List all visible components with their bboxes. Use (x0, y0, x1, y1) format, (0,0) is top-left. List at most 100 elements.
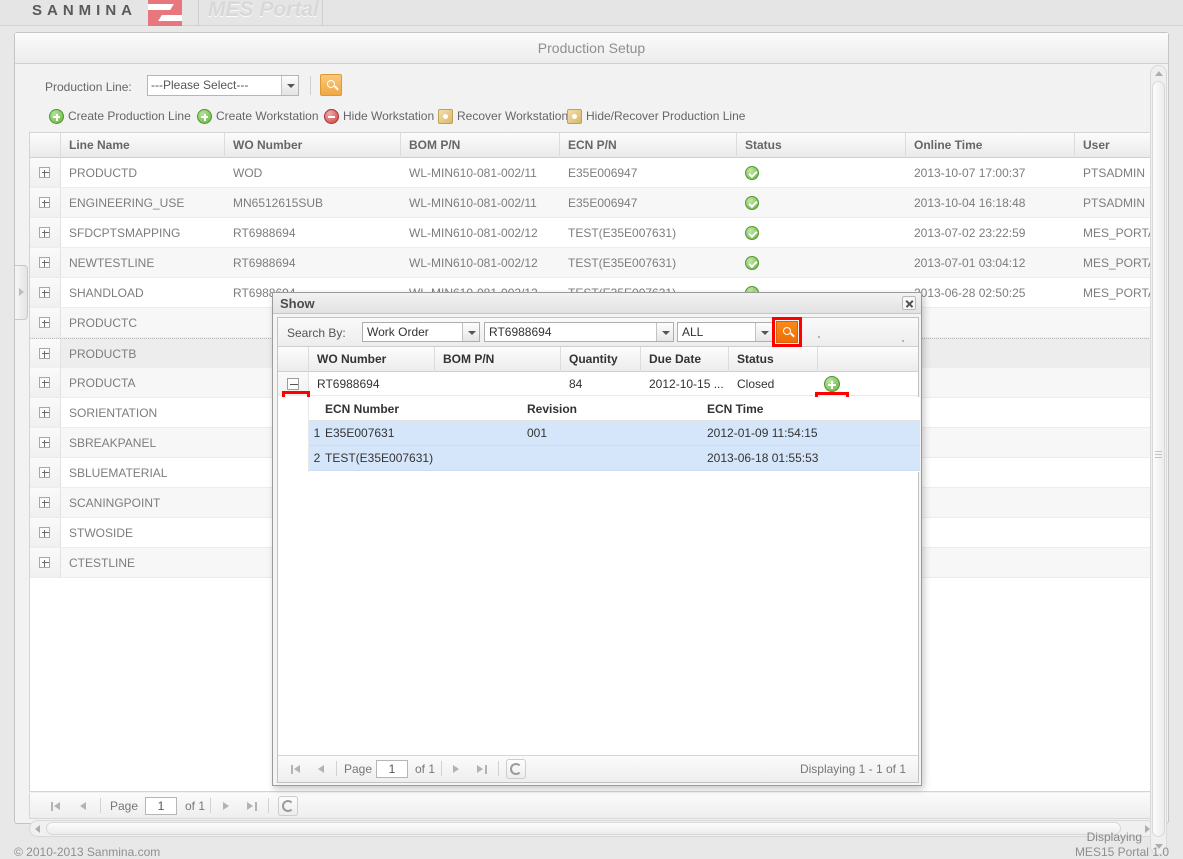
dialog-page-number-input[interactable]: 1 (376, 760, 408, 778)
table-row[interactable]: ENGINEERING_USE MN6512615SUB WL-MIN610-081… (30, 188, 1155, 218)
minus-expander-icon[interactable] (287, 378, 299, 390)
cell-user (1075, 308, 1155, 338)
ecn-subgrid: ECN Number Revision ECN Time 1 E35E007631… (309, 397, 920, 472)
row-expander-cell[interactable] (30, 248, 61, 277)
plus-expander-icon[interactable] (39, 467, 50, 478)
row-expander-cell[interactable] (30, 458, 61, 487)
hscroll-thumb[interactable] (46, 822, 1121, 835)
plus-expander-icon[interactable] (39, 167, 50, 178)
dialog-first-page-button[interactable] (290, 762, 304, 776)
plus-expander-icon[interactable] (39, 437, 50, 448)
grid-header-user[interactable]: User (1075, 133, 1155, 158)
table-row[interactable]: PRODUCTD WOD WL-MIN610-081-002/11 E35E00694… (30, 158, 1155, 188)
search-keyword-input[interactable]: RT6988694 (484, 322, 674, 342)
mes-portal-wordmark: MES Portal (208, 0, 319, 21)
cell-online (906, 488, 1075, 518)
cell-user: MES_PORTAL (1083, 286, 1156, 300)
dialog-prev-page-button[interactable] (314, 762, 328, 776)
chevron-down-icon[interactable] (755, 323, 772, 341)
row-expander-cell[interactable] (30, 428, 61, 457)
chevron-down-icon[interactable] (462, 323, 479, 341)
add-circle-icon[interactable] (824, 376, 840, 392)
scroll-up-icon[interactable] (1155, 71, 1163, 76)
plus-expander-icon[interactable] (39, 317, 50, 328)
row-expander-cell[interactable] (30, 488, 61, 517)
subgrid-body: 1 E35E007631 001 2012-01-09 11:54:15 2 TEST(E… (309, 421, 920, 471)
vscroll-thumb[interactable] (1152, 81, 1165, 837)
grid-header-ecn-pn[interactable]: ECN P/N (560, 133, 737, 158)
plus-expander-icon[interactable] (39, 287, 50, 298)
next-page-button[interactable] (220, 799, 234, 813)
dialog-last-page-button[interactable] (474, 762, 488, 776)
row-expander-cell[interactable] (30, 308, 61, 337)
chevron-down-icon[interactable] (656, 323, 673, 341)
chevron-down-icon[interactable] (281, 76, 298, 95)
scroll-left-icon[interactable] (35, 825, 40, 833)
plus-expander-icon[interactable] (39, 407, 50, 418)
plus-expander-icon[interactable] (39, 197, 50, 208)
production-line-select[interactable]: ---Please Select--- (147, 75, 299, 96)
page-title: Production Setup (15, 33, 1168, 64)
subgrid-row[interactable]: 2 TEST(E35E007631) 2013-06-18 01:55:53 (309, 446, 920, 471)
plus-expander-icon[interactable] (39, 348, 50, 359)
dialog-header-due-date[interactable]: Due Date (641, 347, 729, 372)
sanmina-logo-icon (148, 0, 182, 26)
grid-header-bom-pn[interactable]: BOM P/N (401, 133, 560, 158)
horizontal-scrollbar[interactable] (29, 820, 1156, 837)
row-expander-cell[interactable] (30, 188, 61, 217)
row-expander-cell[interactable] (30, 368, 61, 397)
row-expander-cell[interactable] (30, 278, 61, 307)
cell-bom: WL-MIN610-081-002/12 (409, 256, 538, 270)
row-expander-cell[interactable] (30, 518, 61, 547)
row-expander-cell[interactable] (30, 158, 61, 187)
row-expander-cell[interactable] (30, 548, 61, 577)
dialog-header-status[interactable]: Status (729, 347, 818, 372)
row-expander-cell[interactable] (30, 218, 61, 247)
dialog-header-bom-pn[interactable]: BOM P/N (435, 347, 561, 372)
plus-expander-icon[interactable] (39, 527, 50, 538)
vertical-scrollbar[interactable] (1150, 65, 1167, 855)
refresh-button[interactable] (278, 796, 298, 816)
plus-expander-icon[interactable] (39, 257, 50, 268)
hide-recover-production-line-button[interactable]: Hide/Recover Production Line (561, 105, 753, 127)
search-type-value: Work Order (367, 325, 429, 339)
search-type-select[interactable]: Work Order (362, 322, 480, 342)
close-icon[interactable] (902, 296, 916, 310)
table-row[interactable]: SFDCPTSMAPPING RT6988694 WL-MIN610-081-002… (30, 218, 1155, 248)
hide-workstation-button[interactable]: Hide Workstation (318, 105, 442, 127)
collapse-panel-handle[interactable] (15, 265, 28, 320)
dialog-title-bar[interactable]: Show (273, 293, 921, 314)
table-row[interactable]: NEWTESTLINE RT6988694 WL-MIN610-081-002/12… (30, 248, 1155, 278)
create-production-line-button[interactable]: Create Production Line (43, 105, 199, 127)
cell-ecn: TEST(E35E007631) (568, 226, 677, 240)
production-line-search-button[interactable] (320, 74, 342, 96)
row-expander-cell[interactable] (30, 398, 61, 427)
subgrid-left-strip (278, 397, 309, 472)
create-workstation-button[interactable]: Create Workstation (191, 105, 327, 127)
grid-header-line-name[interactable]: Line Name (61, 133, 225, 158)
page-number-input[interactable]: 1 (145, 797, 177, 815)
plus-expander-icon[interactable] (39, 557, 50, 568)
first-page-button[interactable] (50, 799, 64, 813)
dialog-header-wo-number[interactable]: WO Number (309, 347, 435, 372)
last-page-button[interactable] (244, 799, 258, 813)
search-scope-select[interactable]: ALL (677, 322, 773, 342)
dialog-header-quantity[interactable]: Quantity (561, 347, 641, 372)
dialog-refresh-button[interactable] (506, 759, 526, 779)
prev-page-button[interactable] (76, 799, 90, 813)
plus-expander-icon[interactable] (39, 377, 50, 388)
subcell-time: 2012-01-09 11:54:15 (707, 426, 818, 440)
recover-workstation-button[interactable]: Recover Workstation (432, 105, 576, 127)
plus-expander-icon[interactable] (39, 227, 50, 238)
copyright-text: © 2010-2013 Sanmina.com (14, 845, 161, 859)
row-expander-cell[interactable] (30, 339, 61, 368)
button-label: Hide/Recover Production Line (586, 109, 746, 123)
cell-line: STWOSIDE (69, 526, 134, 540)
grid-header-status[interactable]: Status (737, 133, 906, 158)
grid-header-online-time[interactable]: Online Time (906, 133, 1075, 158)
plus-expander-icon[interactable] (39, 497, 50, 508)
cell-online: 2013-07-02 23:22:59 (914, 226, 1026, 240)
subgrid-row[interactable]: 1 E35E007631 001 2012-01-09 11:54:15 (309, 421, 920, 446)
dialog-next-page-button[interactable] (450, 762, 464, 776)
grid-header-wo-number[interactable]: WO Number (225, 133, 401, 158)
